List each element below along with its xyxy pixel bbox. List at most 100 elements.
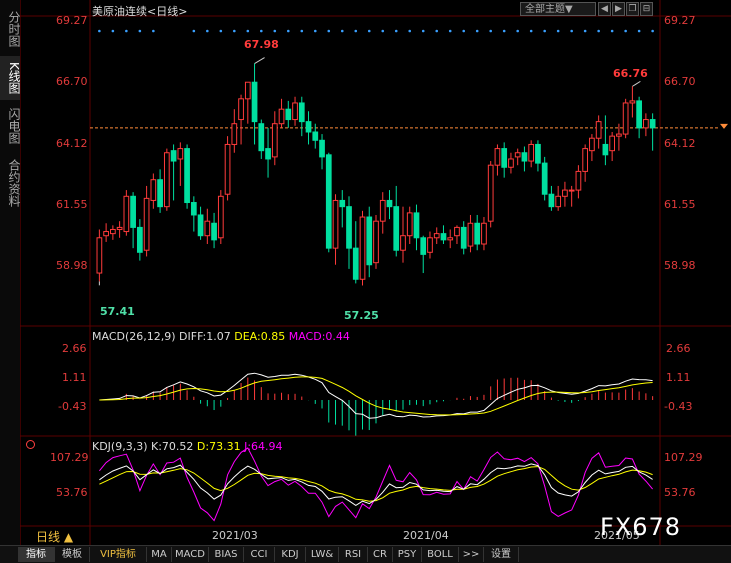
- kdj-k-line: [99, 463, 653, 506]
- candle-body: [386, 199, 393, 208]
- candle-body: [332, 199, 339, 249]
- bottom-tab-3[interactable]: MA: [147, 547, 172, 562]
- period-toggle[interactable]: 日线 ▲: [36, 528, 73, 545]
- candle-body: [244, 81, 251, 100]
- kdj-d: D:73.31: [196, 440, 241, 453]
- signal-dot: [570, 29, 573, 33]
- candle-body: [217, 195, 224, 239]
- candle-body: [589, 137, 595, 152]
- left-tab-3[interactable]: 合约资料: [0, 152, 21, 214]
- candle-body: [238, 98, 244, 121]
- candle-body: [285, 108, 292, 121]
- signal-dot: [206, 29, 209, 33]
- price-tick-right: 61.55: [664, 198, 696, 211]
- kdj-tick-right: 107.29: [664, 451, 703, 464]
- period-indicator[interactable]: <日线>: [147, 5, 187, 18]
- bottom-tab-13[interactable]: >>: [459, 547, 484, 562]
- prev-button[interactable]: ◀: [598, 2, 611, 16]
- candle-body: [501, 148, 508, 168]
- price-tick-right: 69.27: [664, 14, 696, 27]
- signal-dot: [597, 29, 600, 33]
- chart-area[interactable]: [20, 0, 731, 545]
- close-panel-button[interactable]: ⊟: [640, 2, 653, 16]
- signal-dot: [583, 29, 587, 33]
- candle-body: [366, 216, 373, 266]
- candle-body: [400, 235, 406, 251]
- signal-dot: [233, 29, 236, 33]
- kdj-name: KDJ(9,3,3): [92, 440, 148, 453]
- bottom-tab-11[interactable]: PSY: [393, 547, 422, 562]
- candle-body: [622, 102, 629, 135]
- candle-body: [346, 206, 352, 249]
- signal-dot: [125, 29, 128, 33]
- candle-body: [636, 100, 642, 129]
- candle-body: [508, 158, 514, 168]
- high-leader: [254, 57, 265, 64]
- candle-body: [224, 143, 231, 195]
- bottom-tab-9[interactable]: RSI: [339, 547, 368, 562]
- signal-dot: [516, 29, 519, 33]
- candle-body: [204, 220, 211, 237]
- bottom-tab-12[interactable]: BOLL: [422, 547, 459, 562]
- candle-body: [413, 212, 420, 239]
- bottom-tab-14[interactable]: 设置: [484, 547, 519, 562]
- bottom-tab-0[interactable]: 指标: [18, 547, 55, 562]
- macd-tick-left: -0.43: [58, 400, 87, 413]
- macd-value: MACD:0.44: [288, 330, 350, 343]
- bottom-tab-5[interactable]: BIAS: [209, 547, 244, 562]
- candle-body: [103, 231, 109, 237]
- candle-body: [494, 148, 501, 166]
- last-high-annotation: 66.76: [613, 67, 648, 80]
- candle-body: [427, 237, 433, 253]
- signal-dot: [489, 29, 492, 33]
- date-label: 2021/04: [403, 529, 449, 542]
- signal-dot: [98, 29, 101, 33]
- theme-select[interactable]: 全部主题▼: [520, 2, 596, 16]
- candle-body: [643, 119, 649, 129]
- low-annotation: 57.41: [100, 305, 135, 318]
- next-button[interactable]: ▶: [612, 2, 625, 16]
- bottom-tab-1[interactable]: 模板: [55, 547, 90, 562]
- kdj-settings-icon[interactable]: [26, 440, 35, 449]
- candle-body: [211, 222, 217, 241]
- bottom-toolbar: 指标 模板 VIP指标 MA MACD BIAS CCI KDJ LW& RSI CR PSY BOLL…: [0, 545, 731, 563]
- high-annotation: 67.98: [244, 38, 279, 51]
- restore-button[interactable]: ❐: [626, 2, 639, 16]
- last-price-marker: [720, 123, 728, 129]
- price-tick-right: 64.12: [664, 137, 696, 150]
- signal-dot: [462, 29, 466, 33]
- bottom-tab-8[interactable]: LW&: [306, 547, 339, 562]
- signal-dot: [529, 29, 533, 33]
- left-tab-0[interactable]: 分时图: [0, 4, 21, 54]
- candle-body: [433, 233, 440, 239]
- candle-body: [568, 189, 575, 192]
- macd-tick-right: -0.43: [664, 400, 693, 413]
- candle-body: [96, 237, 103, 274]
- candle-body: [602, 143, 609, 156]
- kdj-tick-left: 53.76: [56, 486, 88, 499]
- left-tab-1[interactable]: K线图: [0, 56, 21, 100]
- signal-dot: [327, 29, 331, 33]
- macd-dea: DEA:0.85: [234, 330, 286, 343]
- price-tick-right: 66.70: [664, 75, 696, 88]
- signal-dot: [340, 29, 344, 33]
- kdj-j-line: [99, 447, 653, 522]
- signal-dot: [246, 29, 250, 33]
- signal-dot: [435, 29, 439, 33]
- macd-tick-left: 1.11: [62, 371, 87, 384]
- bottom-tab-6[interactable]: CCI: [244, 547, 275, 562]
- candle-body: [150, 179, 157, 201]
- candle-body: [447, 237, 454, 241]
- signal-dot: [152, 29, 155, 33]
- instrument-name: 美原油连续: [92, 5, 147, 18]
- candle-body: [379, 199, 386, 222]
- bottom-tab-10[interactable]: CR: [368, 547, 393, 562]
- bottom-tab-7[interactable]: KDJ: [275, 547, 306, 562]
- left-tab-2[interactable]: 闪电图: [0, 102, 21, 150]
- candle-body: [305, 121, 312, 133]
- candle-body: [609, 135, 616, 152]
- bottom-tab-2[interactable]: VIP指标: [90, 547, 147, 562]
- signal-dot: [394, 29, 398, 33]
- bottom-tab-4[interactable]: MACD: [172, 547, 209, 562]
- candle-body: [548, 193, 555, 208]
